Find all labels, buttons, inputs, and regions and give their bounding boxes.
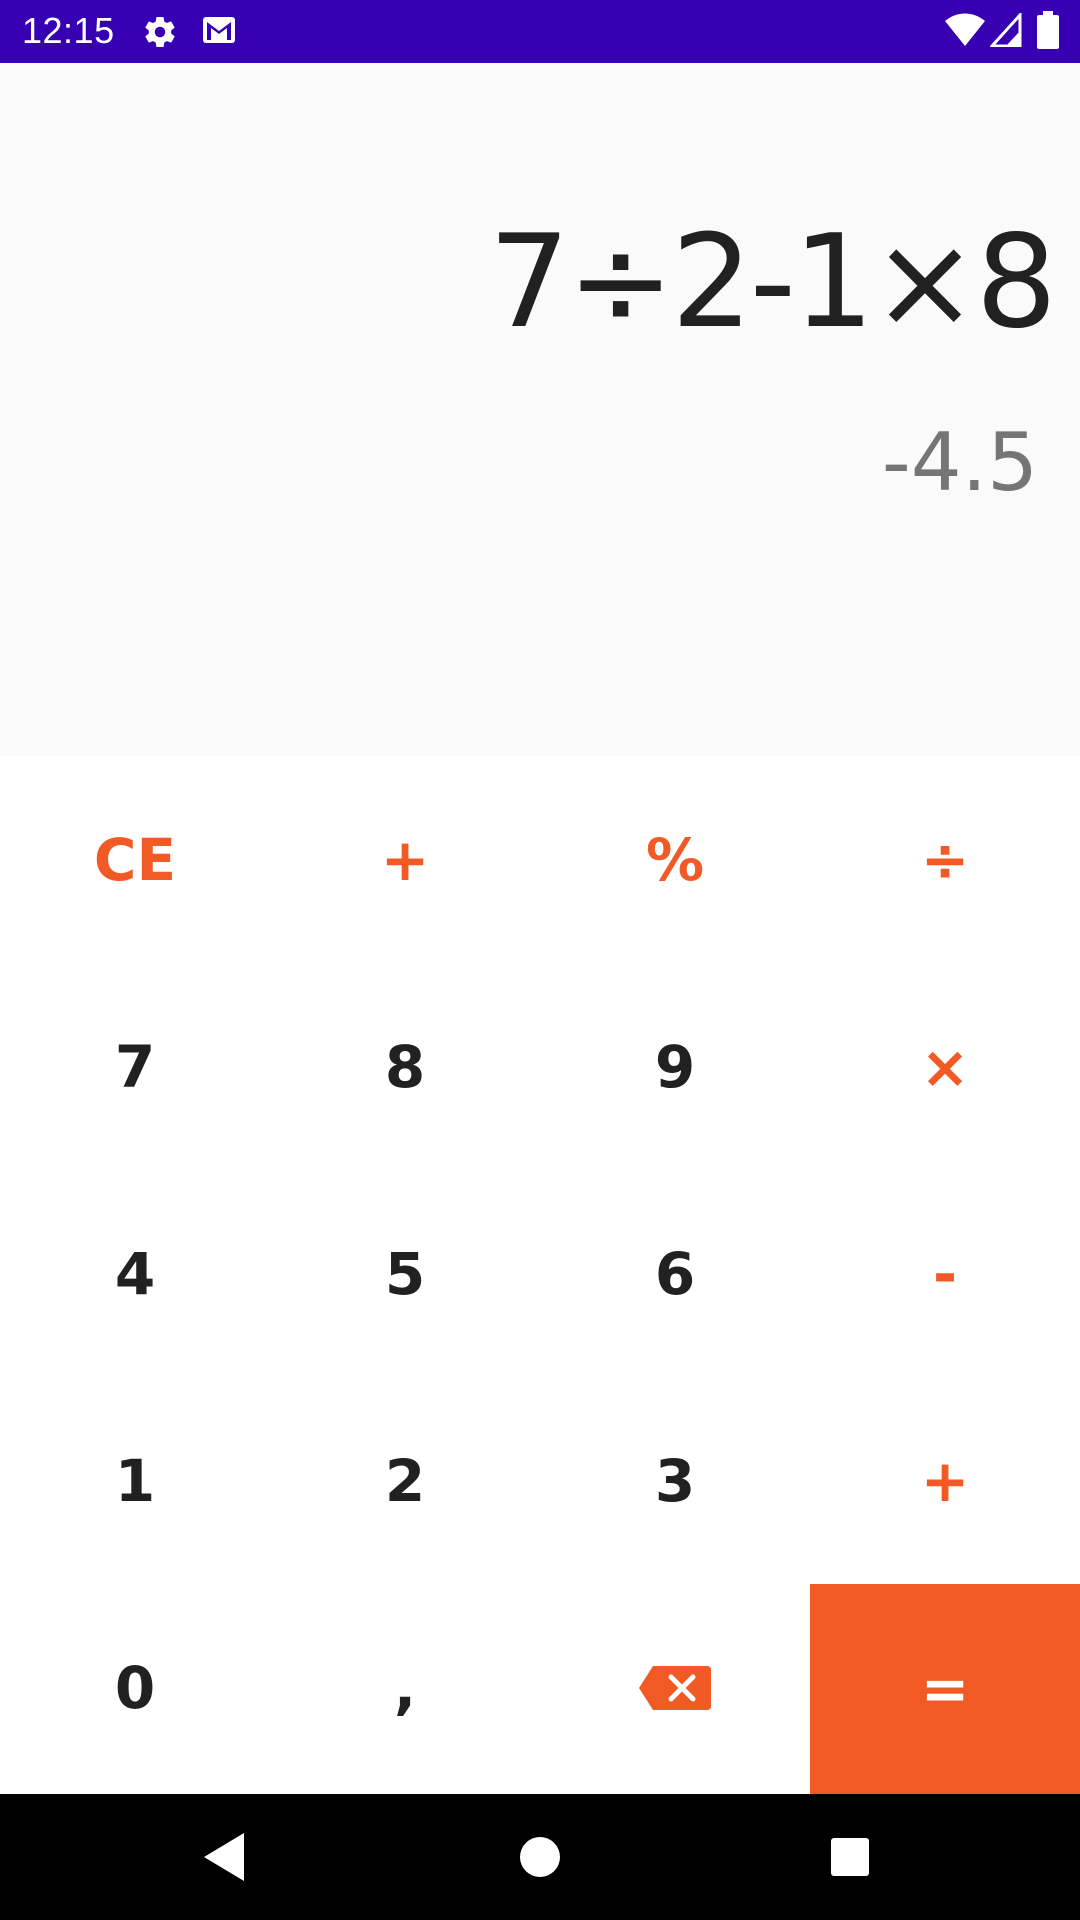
gmail-icon — [203, 17, 235, 43]
percent-button[interactable]: % — [540, 756, 810, 963]
multiply-button[interactable]: × — [810, 963, 1080, 1170]
expression-display[interactable]: 7÷2-1×8 — [489, 213, 1057, 353]
divide-button[interactable]: ÷ — [810, 756, 1080, 963]
digit-8-button[interactable]: 8 — [270, 963, 540, 1170]
digit-3-button[interactable]: 3 — [540, 1377, 810, 1584]
digit-7-button[interactable]: 7 — [0, 963, 270, 1170]
digit-5-button[interactable]: 5 — [270, 1170, 540, 1377]
minus-button[interactable]: - — [810, 1170, 1080, 1377]
status-time: 12:15 — [22, 10, 115, 51]
equals-button[interactable]: = — [810, 1584, 1080, 1794]
digit-4-button[interactable]: 4 — [0, 1170, 270, 1377]
digit-9-button[interactable]: 9 — [540, 963, 810, 1170]
digit-6-button[interactable]: 6 — [540, 1170, 810, 1377]
wifi-icon — [945, 13, 985, 46]
digit-1-button[interactable]: 1 — [0, 1377, 270, 1584]
clear-button[interactable]: CE — [0, 756, 270, 963]
digit-0-button[interactable]: 0 — [0, 1584, 270, 1791]
gear-icon — [145, 17, 175, 48]
comma-button[interactable]: , — [270, 1584, 540, 1791]
backspace-icon — [639, 1665, 711, 1710]
back-icon[interactable] — [196, 1827, 256, 1887]
backspace-button[interactable] — [540, 1584, 810, 1791]
plus-button[interactable]: + — [810, 1377, 1080, 1584]
signal-icon — [990, 13, 1022, 47]
navigation-bar — [0, 1794, 1080, 1920]
status-bar: 12:15 — [0, 0, 1080, 63]
plus-button-top[interactable]: + — [270, 756, 540, 963]
home-icon[interactable] — [510, 1827, 570, 1887]
result-display: -4.5 — [881, 416, 1038, 509]
battery-icon — [1037, 11, 1059, 49]
calculator-display: 7÷2-1×8 -4.5 — [0, 63, 1080, 756]
keypad: CE + % ÷ 7 8 9 × 4 5 6 - 1 2 3 + 0 , = — [0, 756, 1080, 1794]
digit-2-button[interactable]: 2 — [270, 1377, 540, 1584]
recents-icon[interactable] — [820, 1827, 880, 1887]
